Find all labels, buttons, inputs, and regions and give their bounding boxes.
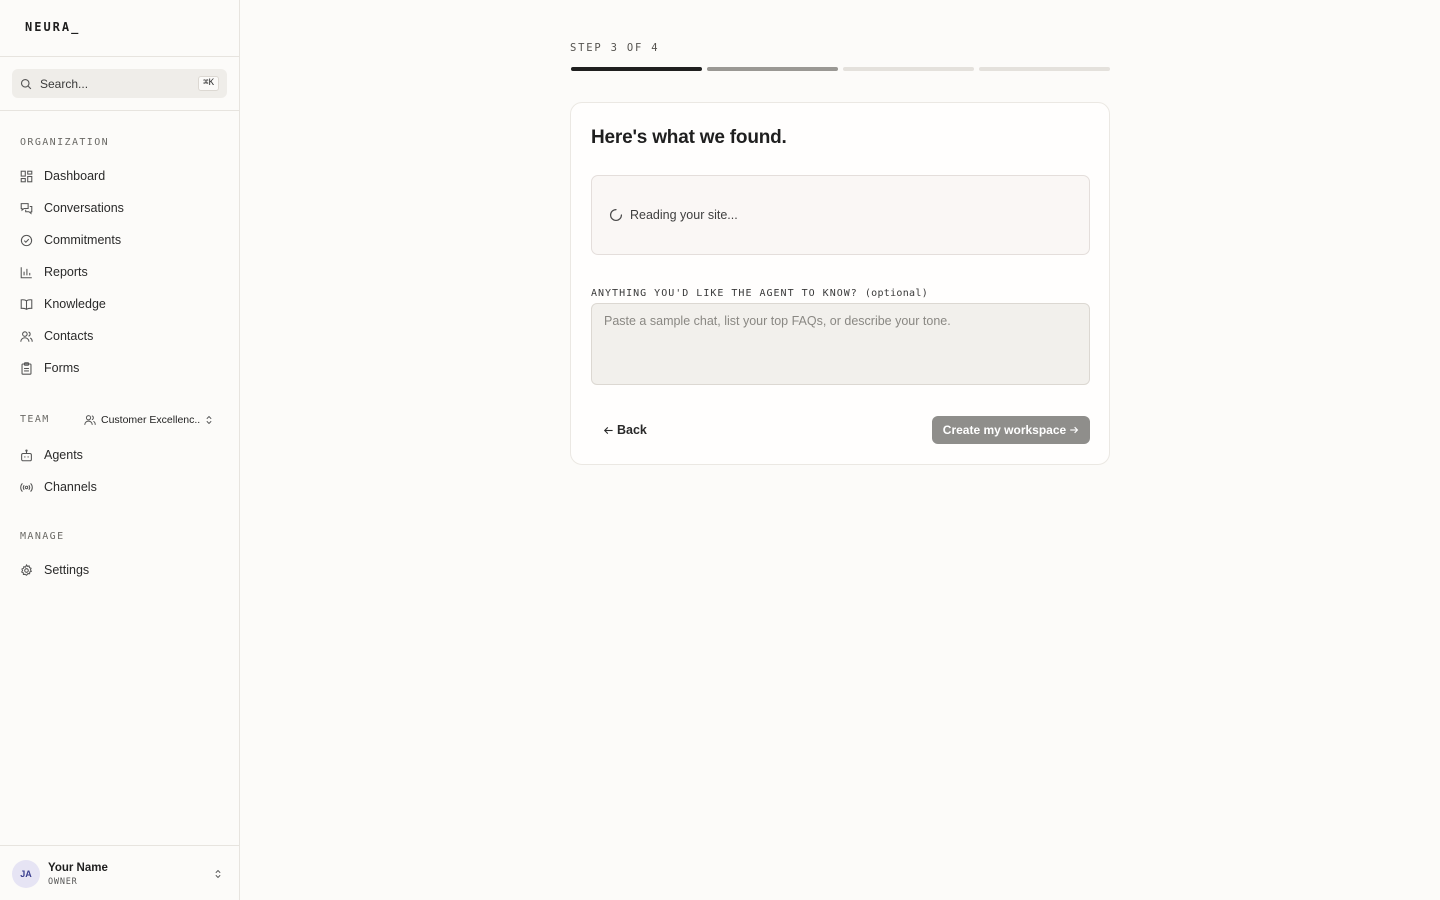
progress-segment <box>843 67 974 71</box>
sidebar-item-label: Settings <box>44 563 90 577</box>
sidebar-item-settings[interactable]: Settings <box>12 556 227 584</box>
team-selector[interactable]: Customer Excellenc... <box>84 410 214 430</box>
status-text: Reading your site... <box>630 208 738 222</box>
step-indicator: STEP 3 OF 4 <box>570 42 660 54</box>
search-icon <box>20 78 32 89</box>
search-shortcut-badge: ⌘K <box>198 76 219 91</box>
section-label-manage: MANAGE <box>20 531 65 542</box>
users-icon <box>20 330 33 342</box>
progress-segment <box>979 67 1110 71</box>
sidebar-item-dashboard[interactable]: Dashboard <box>12 162 227 190</box>
sidebar-item-label: Channels <box>44 480 97 494</box>
user-role: OWNER <box>48 876 78 887</box>
sidebar-item-agents[interactable]: Agents <box>12 441 227 469</box>
chevron-up-down-icon <box>206 415 212 425</box>
sidebar-item-reports[interactable]: Reports <box>12 258 227 286</box>
book-icon <box>20 298 33 310</box>
sidebar-item-contacts[interactable]: Contacts <box>12 322 227 350</box>
brand-logo[interactable]: NEURA_ <box>25 20 80 34</box>
check-circle-icon <box>20 234 33 246</box>
create-workspace-label: Create my workspace <box>942 423 1067 437</box>
card-title: Here's what we found. <box>591 127 787 148</box>
agent-notes-textarea[interactable] <box>591 303 1090 385</box>
sidebar-item-label: Conversations <box>44 201 124 215</box>
search-bar[interactable]: Search... ⌘K <box>12 69 227 98</box>
section-label-team: TEAM <box>20 414 50 425</box>
user-info: Your Name OWNER <box>48 862 213 887</box>
progress-segment <box>571 67 702 71</box>
arrow-left-icon <box>603 426 613 434</box>
bot-icon <box>21 448 32 461</box>
create-workspace-button[interactable]: Create my workspace <box>932 416 1090 444</box>
loading-spinner-icon <box>609 208 623 222</box>
divider <box>0 56 239 57</box>
sidebar-item-conversations[interactable]: Conversations <box>12 194 227 222</box>
search-input[interactable]: Search... <box>40 77 198 91</box>
divider <box>0 110 239 111</box>
conversations-icon <box>20 202 33 214</box>
team-selector-value: Customer Excellenc... <box>101 414 200 426</box>
sidebar-item-label: Knowledge <box>44 297 106 311</box>
sidebar-item-label: Forms <box>44 361 80 375</box>
sidebar-item-label: Commitments <box>44 233 122 247</box>
avatar: JA <box>12 860 40 888</box>
sidebar-item-label: Reports <box>44 265 88 279</box>
sidebar-item-label: Contacts <box>44 329 94 343</box>
users-icon <box>84 415 96 425</box>
bar-chart-icon <box>20 266 32 278</box>
sidebar: NEURA_ Search... ⌘K ORGANIZATION Dashboa… <box>0 0 240 900</box>
onboarding-card: Here's what we found. Reading your site.… <box>570 102 1110 465</box>
dashboard-icon <box>20 170 33 182</box>
back-button[interactable]: Back <box>593 416 657 444</box>
section-label-organization: ORGANIZATION <box>20 137 110 148</box>
sidebar-item-forms[interactable]: Forms <box>12 354 227 382</box>
agent-notes-label: ANYTHING YOU'D LIKE THE AGENT TO KNOW? (… <box>591 288 928 299</box>
user-name: Your Name <box>48 861 108 874</box>
arrow-right-icon <box>1070 426 1079 434</box>
site-scan-status: Reading your site... <box>591 175 1090 255</box>
sidebar-item-label: Dashboard <box>44 169 106 183</box>
optional-tag: (optional) <box>864 288 929 299</box>
broadcast-icon <box>20 482 33 492</box>
sidebar-item-commitments[interactable]: Commitments <box>12 226 227 254</box>
chevron-up-down-icon <box>215 869 221 879</box>
sidebar-item-channels[interactable]: Channels <box>12 473 227 501</box>
clipboard-icon <box>21 361 32 375</box>
back-button-label: Back <box>617 423 647 437</box>
sidebar-item-knowledge[interactable]: Knowledge <box>12 290 227 318</box>
sidebar-item-label: Agents <box>44 448 83 462</box>
divider <box>0 845 239 846</box>
agent-notes-label-text: ANYTHING YOU'D LIKE THE AGENT TO KNOW? <box>591 288 858 299</box>
gear-icon <box>20 563 33 576</box>
user-menu[interactable]: JA Your Name OWNER <box>12 858 227 890</box>
progress-segment <box>707 67 838 71</box>
